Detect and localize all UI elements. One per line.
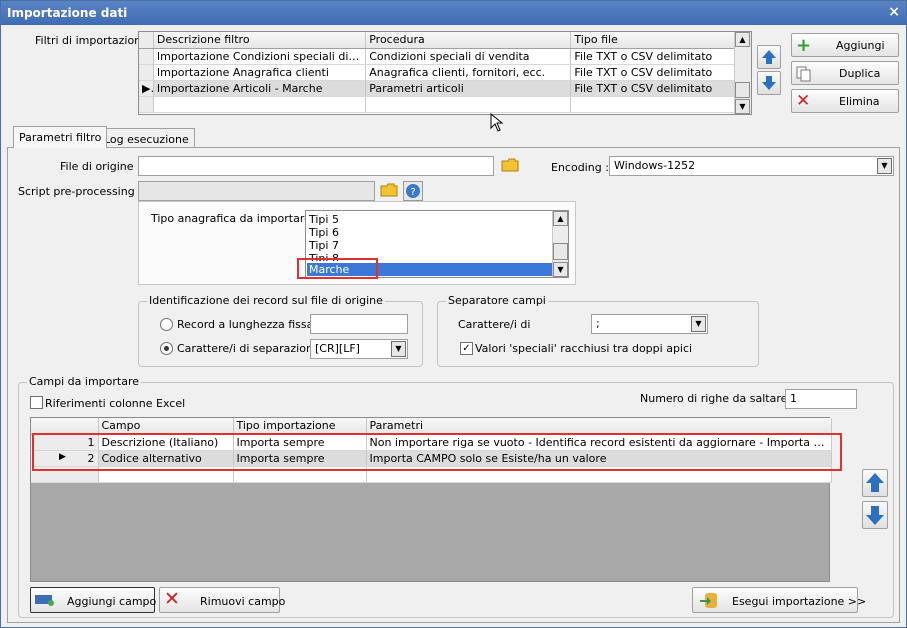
add-button[interactable]: + Aggiungi xyxy=(791,33,899,57)
arrow-down-icon xyxy=(866,506,884,525)
campi-title: Campi da importare xyxy=(27,375,141,388)
col-tipo-file[interactable]: Tipo file xyxy=(570,32,751,49)
title-bar: Importazione dati × xyxy=(1,1,906,25)
campi-group: Campi da importare Riferimenti colonne E… xyxy=(18,375,894,618)
arrow-down-icon xyxy=(762,76,776,90)
scroll-up-icon[interactable]: ▲ xyxy=(735,32,750,47)
list-item[interactable]: Tipi 6 xyxy=(309,226,339,239)
plus-icon: + xyxy=(796,35,812,56)
sep-chars-select[interactable]: ; ▼ xyxy=(591,314,708,334)
script-browse-button[interactable] xyxy=(379,181,401,201)
move-down-button[interactable] xyxy=(757,71,781,95)
radio-fixed-length[interactable] xyxy=(160,318,173,331)
add-field-button[interactable]: Aggiungi campo xyxy=(30,587,156,613)
duplicate-button[interactable]: Duplica xyxy=(791,61,899,85)
highlight-box xyxy=(297,258,378,279)
scroll-up-icon[interactable]: ▲ xyxy=(553,211,568,226)
separator-select[interactable]: [CR][LF] ▼ xyxy=(310,339,408,359)
filters-grid[interactable]: Descrizione filtro Procedura Tipo file I… xyxy=(138,31,752,115)
table-row[interactable]: Importazione Condizioni speciali di ven…… xyxy=(139,48,751,65)
list-item[interactable]: Tipi 7 xyxy=(309,239,339,252)
scroll-thumb[interactable] xyxy=(553,243,568,260)
svg-text:?: ? xyxy=(410,187,415,198)
tab-parametri-filtro[interactable]: Parametri filtro xyxy=(13,126,108,148)
script-label: Script pre-processing : xyxy=(18,185,142,198)
identificazione-group: Identificazione dei record sul file di o… xyxy=(138,294,423,367)
table-row[interactable] xyxy=(139,96,751,113)
scroll-down-icon[interactable]: ▼ xyxy=(735,99,750,114)
folder-icon xyxy=(501,158,519,172)
script-input[interactable] xyxy=(138,181,375,201)
tipo-scrollbar[interactable]: ▲ ▼ xyxy=(552,211,568,277)
grid-corner xyxy=(139,32,154,49)
chevron-down-icon[interactable]: ▼ xyxy=(391,341,406,357)
arrow-up-icon xyxy=(762,50,776,64)
move-up-button[interactable] xyxy=(757,45,781,69)
tab-panel: File di origine : Encoding : Windows-125… xyxy=(7,147,900,623)
scroll-down-icon[interactable]: ▼ xyxy=(553,262,568,277)
separatore-title: Separatore campi xyxy=(446,294,548,307)
import-icon xyxy=(700,593,717,608)
chevron-down-icon[interactable]: ▼ xyxy=(877,158,892,174)
list-item[interactable]: Tipi 5 xyxy=(309,213,339,226)
fixed-length-input[interactable] xyxy=(310,314,408,334)
delete-x-icon: ✕ xyxy=(164,588,180,610)
skip-rows-input[interactable]: 1 xyxy=(785,389,857,409)
tipo-label: Tipo anagrafica da importare : xyxy=(151,212,319,225)
table-row[interactable]: ▶ Importazione Articoli - Marche Paramet… xyxy=(139,80,751,97)
mouse-cursor-icon xyxy=(490,113,504,132)
encoding-select[interactable]: Windows-1252 ▼ xyxy=(609,156,894,176)
radio-separator[interactable] xyxy=(160,342,173,355)
field-move-down-button[interactable] xyxy=(862,501,888,529)
row-selected-icon: ▶ xyxy=(139,80,154,97)
col-parametri[interactable]: Parametri xyxy=(366,418,832,435)
col-procedura[interactable]: Procedura xyxy=(365,32,572,49)
tab-log-esecuzione[interactable]: Log esecuzione xyxy=(98,128,195,148)
sep-chars-label: Carattere/i di xyxy=(458,318,531,331)
run-import-button[interactable]: Esegui importazione >> xyxy=(692,587,866,613)
radio-separator-label: Carattere/i di separazione xyxy=(177,342,320,355)
folder-icon xyxy=(380,183,398,197)
tipo-anagrafica-panel: Tipo anagrafica da importare : Tipi 5 Ti… xyxy=(138,201,576,285)
file-label: File di origine : xyxy=(60,160,141,173)
skip-rows-label: Numero di righe da saltare : xyxy=(640,392,795,405)
quote-checkbox[interactable]: ✓ xyxy=(460,342,473,355)
window-title: Importazione dati xyxy=(7,6,128,20)
copy-icon xyxy=(796,66,811,82)
separatore-group: Separatore campi Carattere/i di ; ▼ ✓ Va… xyxy=(437,294,759,367)
arrow-up-icon xyxy=(866,473,884,492)
chevron-down-icon[interactable]: ▼ xyxy=(691,316,706,332)
script-help-button[interactable]: ? xyxy=(403,181,423,201)
encoding-label: Encoding : xyxy=(551,161,609,174)
delete-button[interactable]: ✕ Elimina xyxy=(791,89,899,113)
add-field-icon xyxy=(35,595,54,606)
table-row[interactable]: Importazione Anagrafica clienti Anagrafi… xyxy=(139,64,751,81)
col-tipo-importazione[interactable]: Tipo importazione xyxy=(233,418,367,435)
close-icon[interactable]: × xyxy=(888,4,900,20)
file-input[interactable] xyxy=(138,156,494,176)
remove-field-button[interactable]: ✕ Rimuovi campo xyxy=(159,587,285,613)
import-dialog: Importazione dati × Filtri di importazio… xyxy=(0,0,907,628)
grid-corner xyxy=(31,418,99,435)
filters-scrollbar[interactable]: ▲ ▼ xyxy=(734,32,751,114)
delete-x-icon: ✕ xyxy=(796,91,811,111)
quote-label: Valori 'speciali' racchiusi tra doppi ap… xyxy=(475,342,693,355)
identificazione-title: Identificazione dei record sul file di o… xyxy=(147,294,385,307)
radio-fixed-label: Record a lunghezza fissa xyxy=(177,318,314,331)
highlight-box xyxy=(32,433,842,471)
excel-label: Riferimenti colonne Excel xyxy=(45,397,186,410)
col-campo[interactable]: Campo xyxy=(98,418,234,435)
excel-checkbox[interactable] xyxy=(30,396,43,409)
help-icon: ? xyxy=(406,184,420,198)
col-descrizione[interactable]: Descrizione filtro xyxy=(153,32,367,49)
field-move-up-button[interactable] xyxy=(862,469,888,497)
scroll-thumb[interactable] xyxy=(735,82,750,98)
folder-browse-button[interactable] xyxy=(500,156,522,176)
